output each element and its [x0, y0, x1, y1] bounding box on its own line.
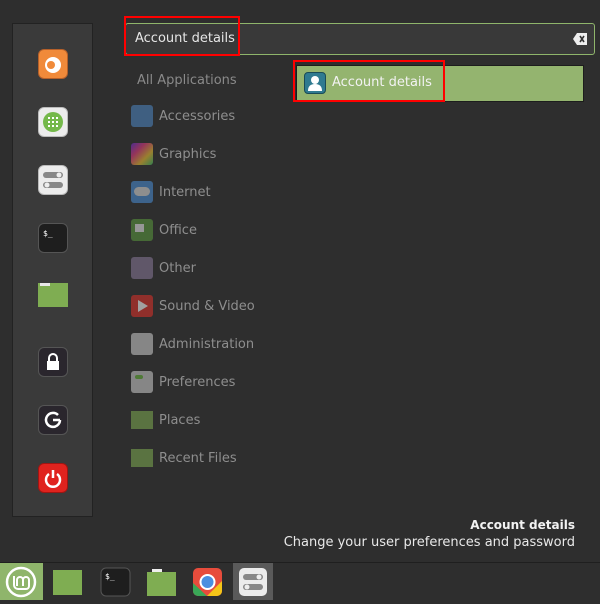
category-label: Graphics — [159, 146, 217, 162]
document-icon — [131, 219, 153, 241]
taskbar-panel: $_ — [0, 563, 600, 600]
category-other[interactable]: Other — [131, 257, 196, 279]
folder-icon — [131, 411, 153, 429]
toggles-icon — [43, 172, 63, 188]
search-input[interactable]: Account details — [125, 23, 595, 55]
category-administration[interactable]: Administration — [131, 333, 254, 355]
toggles-icon — [239, 568, 267, 596]
terminal-icon: $_ — [100, 567, 131, 597]
svg-text:$_: $_ — [105, 572, 115, 581]
selected-app-title: Account details — [470, 518, 575, 532]
category-label: Preferences — [159, 374, 236, 390]
backspace-clear-icon[interactable] — [573, 33, 587, 45]
toggles-green-icon — [131, 371, 153, 393]
search-input-value: Account details — [135, 31, 235, 46]
category-label: Office — [159, 222, 197, 238]
category-preferences[interactable]: Preferences — [131, 371, 235, 393]
category-all-applications[interactable]: All Applications — [137, 73, 237, 88]
category-office[interactable]: Office — [131, 219, 197, 241]
firefox-icon — [45, 57, 61, 73]
recent-folder-icon — [131, 449, 153, 467]
panel-terminal[interactable]: $_ — [100, 563, 140, 600]
favorite-shutdown[interactable] — [38, 463, 68, 493]
category-accessories[interactable]: Accessories — [131, 105, 235, 127]
search-result-account-details[interactable]: Account details — [296, 65, 584, 102]
application-menu: $_ Account details All Applications Acce… — [0, 0, 600, 563]
mint-logo-icon — [5, 566, 37, 598]
toggles-icon — [131, 333, 153, 355]
panel-show-desktop[interactable] — [51, 563, 91, 600]
category-sound-video[interactable]: Sound & Video — [131, 295, 255, 317]
category-label: Sound & Video — [159, 298, 255, 314]
panel-chrome[interactable] — [192, 563, 232, 600]
category-label: Other — [159, 260, 196, 276]
cloud-icon — [131, 181, 153, 203]
panel-menu-button[interactable] — [0, 563, 43, 600]
category-label: Internet — [159, 184, 211, 200]
category-recent-files[interactable]: Recent Files — [131, 447, 237, 469]
favorite-terminal[interactable]: $_ — [38, 223, 68, 253]
terminal-icon: $_ — [43, 229, 53, 238]
power-icon — [44, 470, 62, 488]
logout-icon — [44, 411, 62, 429]
category-internet[interactable]: Internet — [131, 181, 211, 203]
folder-icon — [147, 569, 176, 596]
play-icon — [131, 295, 153, 317]
scissors-icon — [131, 105, 153, 127]
selected-app-description: Change your user preferences and passwor… — [283, 535, 575, 550]
grid-apps-icon — [43, 112, 63, 132]
grid-icon — [131, 257, 153, 279]
category-label: Recent Files — [159, 450, 237, 466]
svg-text:$_: $_ — [43, 229, 53, 238]
favorite-software-manager[interactable] — [38, 107, 68, 137]
desktop-icon — [53, 570, 82, 595]
category-places[interactable]: Places — [131, 409, 200, 431]
category-label: Places — [159, 412, 201, 428]
folder-icon — [40, 283, 50, 286]
favorite-logout[interactable] — [38, 405, 68, 435]
search-result-label: Account details — [332, 75, 432, 90]
favorite-firefox[interactable] — [38, 49, 68, 79]
favorites-sidebar: $_ — [12, 23, 93, 517]
category-label: Accessories — [159, 108, 236, 124]
favorite-system-settings[interactable] — [38, 165, 68, 195]
panel-system-settings[interactable] — [233, 563, 273, 600]
user-account-icon — [304, 72, 326, 94]
chrome-icon — [193, 568, 222, 596]
favorite-lock-screen[interactable] — [38, 347, 68, 377]
favorite-files[interactable] — [38, 283, 68, 307]
category-graphics[interactable]: Graphics — [131, 143, 216, 165]
lock-icon — [47, 353, 59, 370]
color-palette-icon — [131, 143, 153, 165]
panel-files[interactable] — [146, 563, 186, 600]
category-label: Administration — [159, 336, 255, 352]
